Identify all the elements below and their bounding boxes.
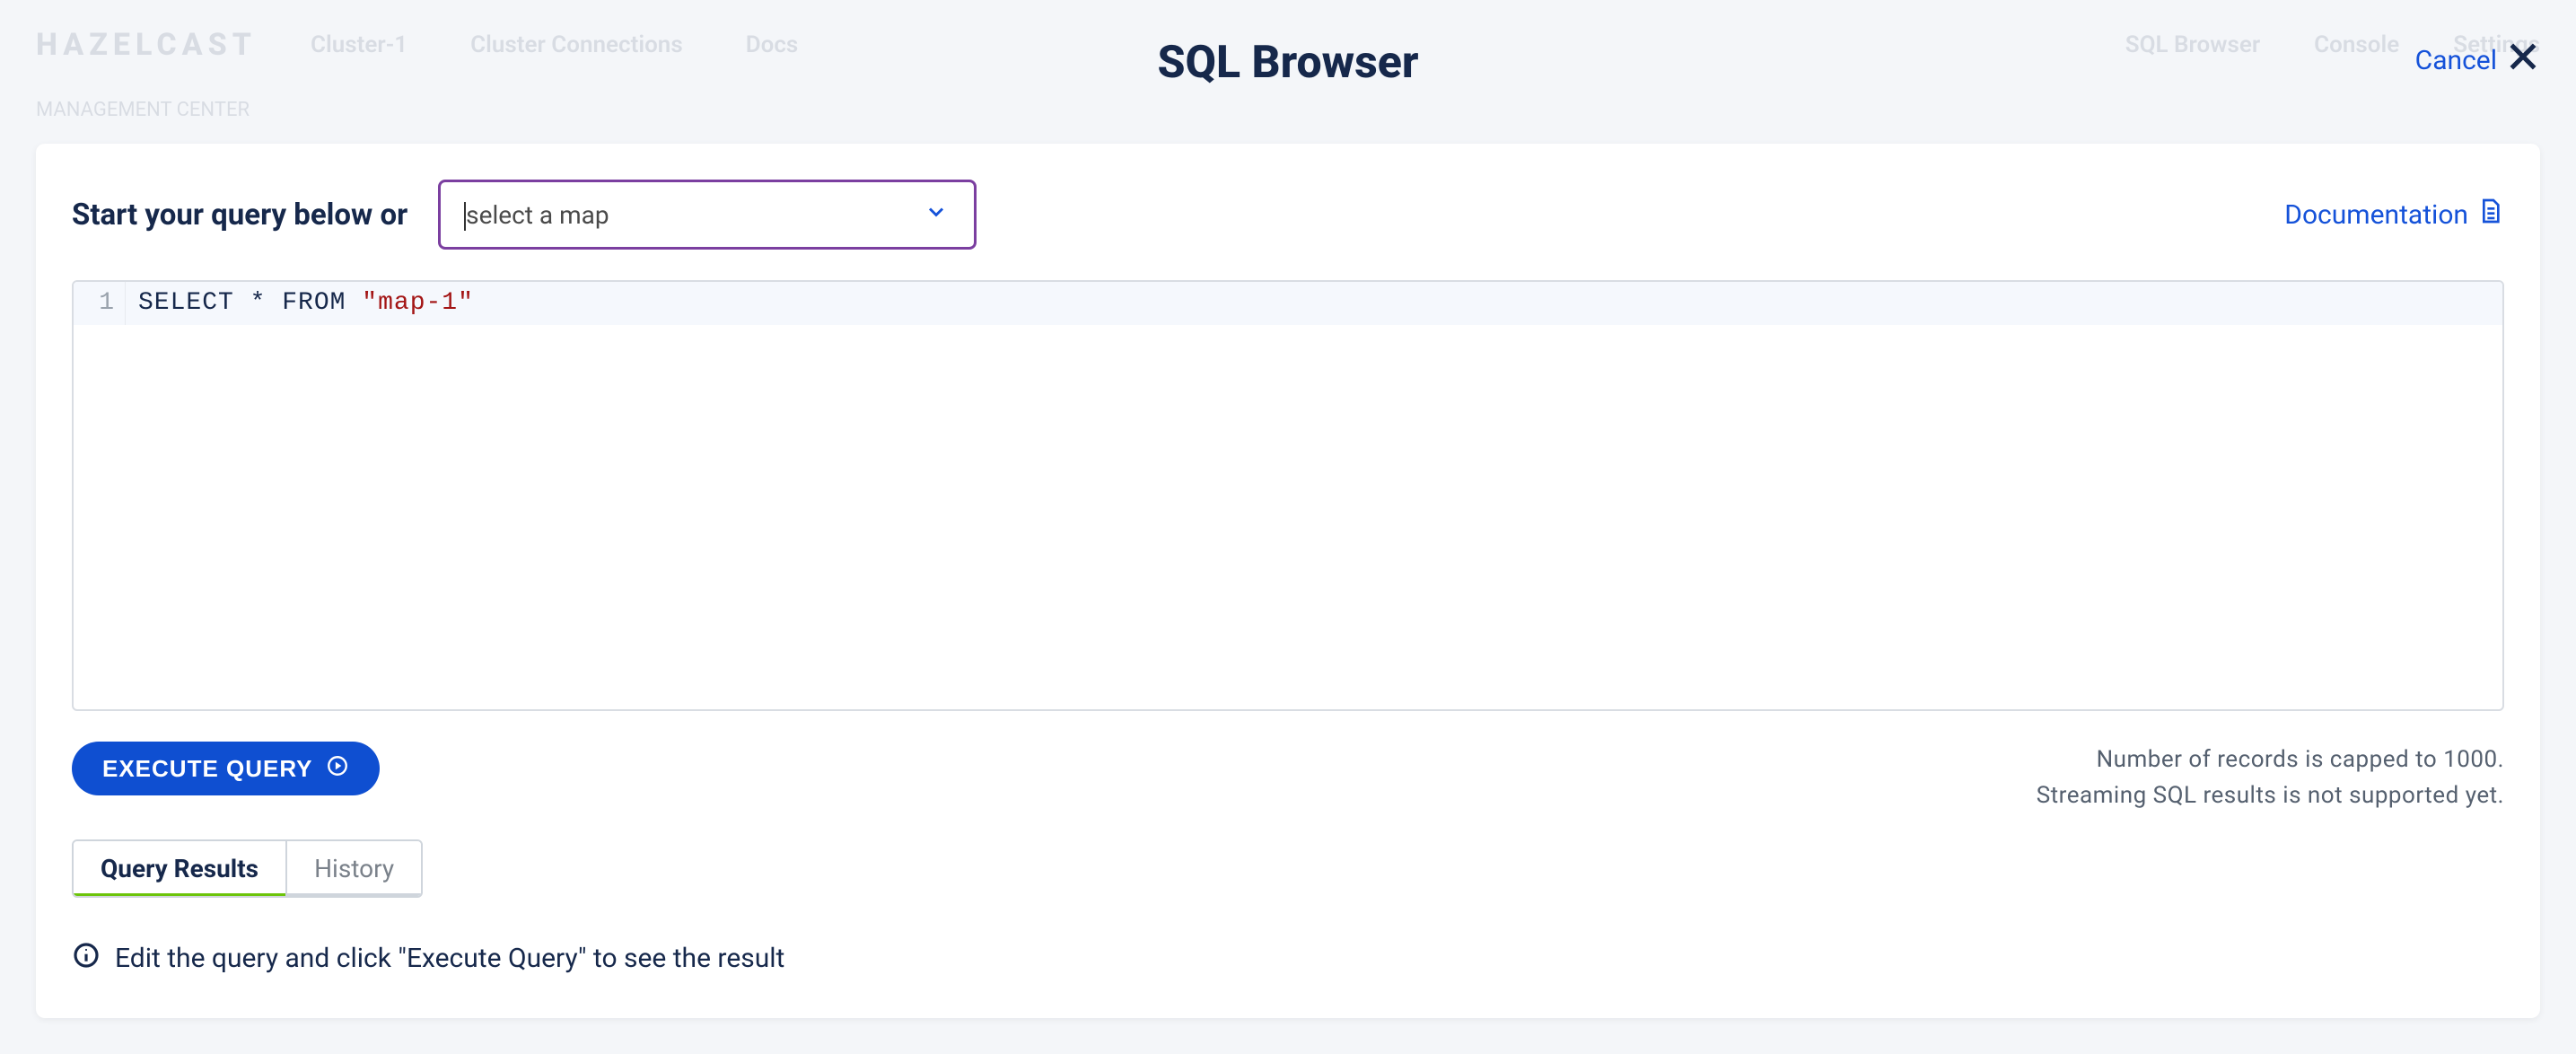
bg-nav-item: SQL Browser [2125, 31, 2260, 58]
bg-nav-item: Cluster-1 [311, 31, 407, 58]
note-line: Number of records is capped to 1000. [2037, 742, 2504, 777]
document-icon [2475, 197, 2504, 233]
tab-label: History [314, 854, 394, 883]
logo-text: HAZELCAST [36, 27, 257, 63]
tab-label: Query Results [101, 854, 258, 883]
tab-history[interactable]: History [285, 841, 421, 896]
sql-editor[interactable]: 1 SELECT * FROM "map-1" [72, 280, 2504, 711]
hint-row: Edit the query and click "Execute Query"… [72, 941, 2504, 977]
execute-query-button[interactable]: EXECUTE QUERY [72, 742, 380, 795]
cancel-label: Cancel [2415, 45, 2497, 76]
modal-title: SQL Browser [1157, 37, 1418, 89]
note-line: Streaming SQL results is not supported y… [2037, 777, 2504, 813]
token-keyword: FROM [282, 289, 346, 317]
chevron-down-icon [924, 199, 949, 231]
bg-nav-item: Console [2314, 31, 2399, 58]
result-notes: Number of records is capped to 1000. Str… [2037, 742, 2504, 814]
line-number: 1 [74, 282, 126, 325]
map-select-dropdown[interactable]: select a map [438, 180, 977, 250]
text-cursor [464, 202, 466, 231]
tab-query-results[interactable]: Query Results [74, 841, 285, 896]
bg-breadcrumb: MANAGEMENT CENTER [36, 99, 250, 121]
bg-nav-item: Docs [746, 31, 799, 58]
below-editor-row: EXECUTE QUERY Number of records is cappe… [72, 742, 2504, 814]
info-icon [72, 941, 101, 977]
map-select-placeholder: select a map [466, 200, 609, 230]
play-circle-icon [326, 754, 349, 784]
sql-browser-panel: Start your query below or select a map D… [36, 144, 2540, 1018]
execute-query-label: EXECUTE QUERY [102, 755, 313, 783]
query-label: Start your query below or [72, 198, 407, 233]
code-content: SELECT * FROM "map-1" [126, 282, 474, 325]
cancel-button[interactable]: Cancel [2415, 40, 2540, 81]
result-tabs: Query Results History [72, 839, 423, 898]
token-space [346, 289, 362, 317]
documentation-label: Documentation [2284, 199, 2468, 231]
editor-line-1: 1 SELECT * FROM "map-1" [74, 282, 2502, 325]
query-top-row: Start your query below or select a map D… [72, 180, 2504, 250]
token-string: "map-1" [362, 289, 474, 317]
hint-text: Edit the query and click "Execute Query"… [115, 943, 784, 974]
token-operator: * [234, 289, 282, 317]
bg-nav: Cluster-1 Cluster Connections Docs [311, 31, 798, 58]
bg-nav-item: Cluster Connections [470, 31, 683, 58]
token-keyword: SELECT [138, 289, 234, 317]
close-icon [2506, 40, 2540, 81]
documentation-link[interactable]: Documentation [2284, 197, 2504, 233]
